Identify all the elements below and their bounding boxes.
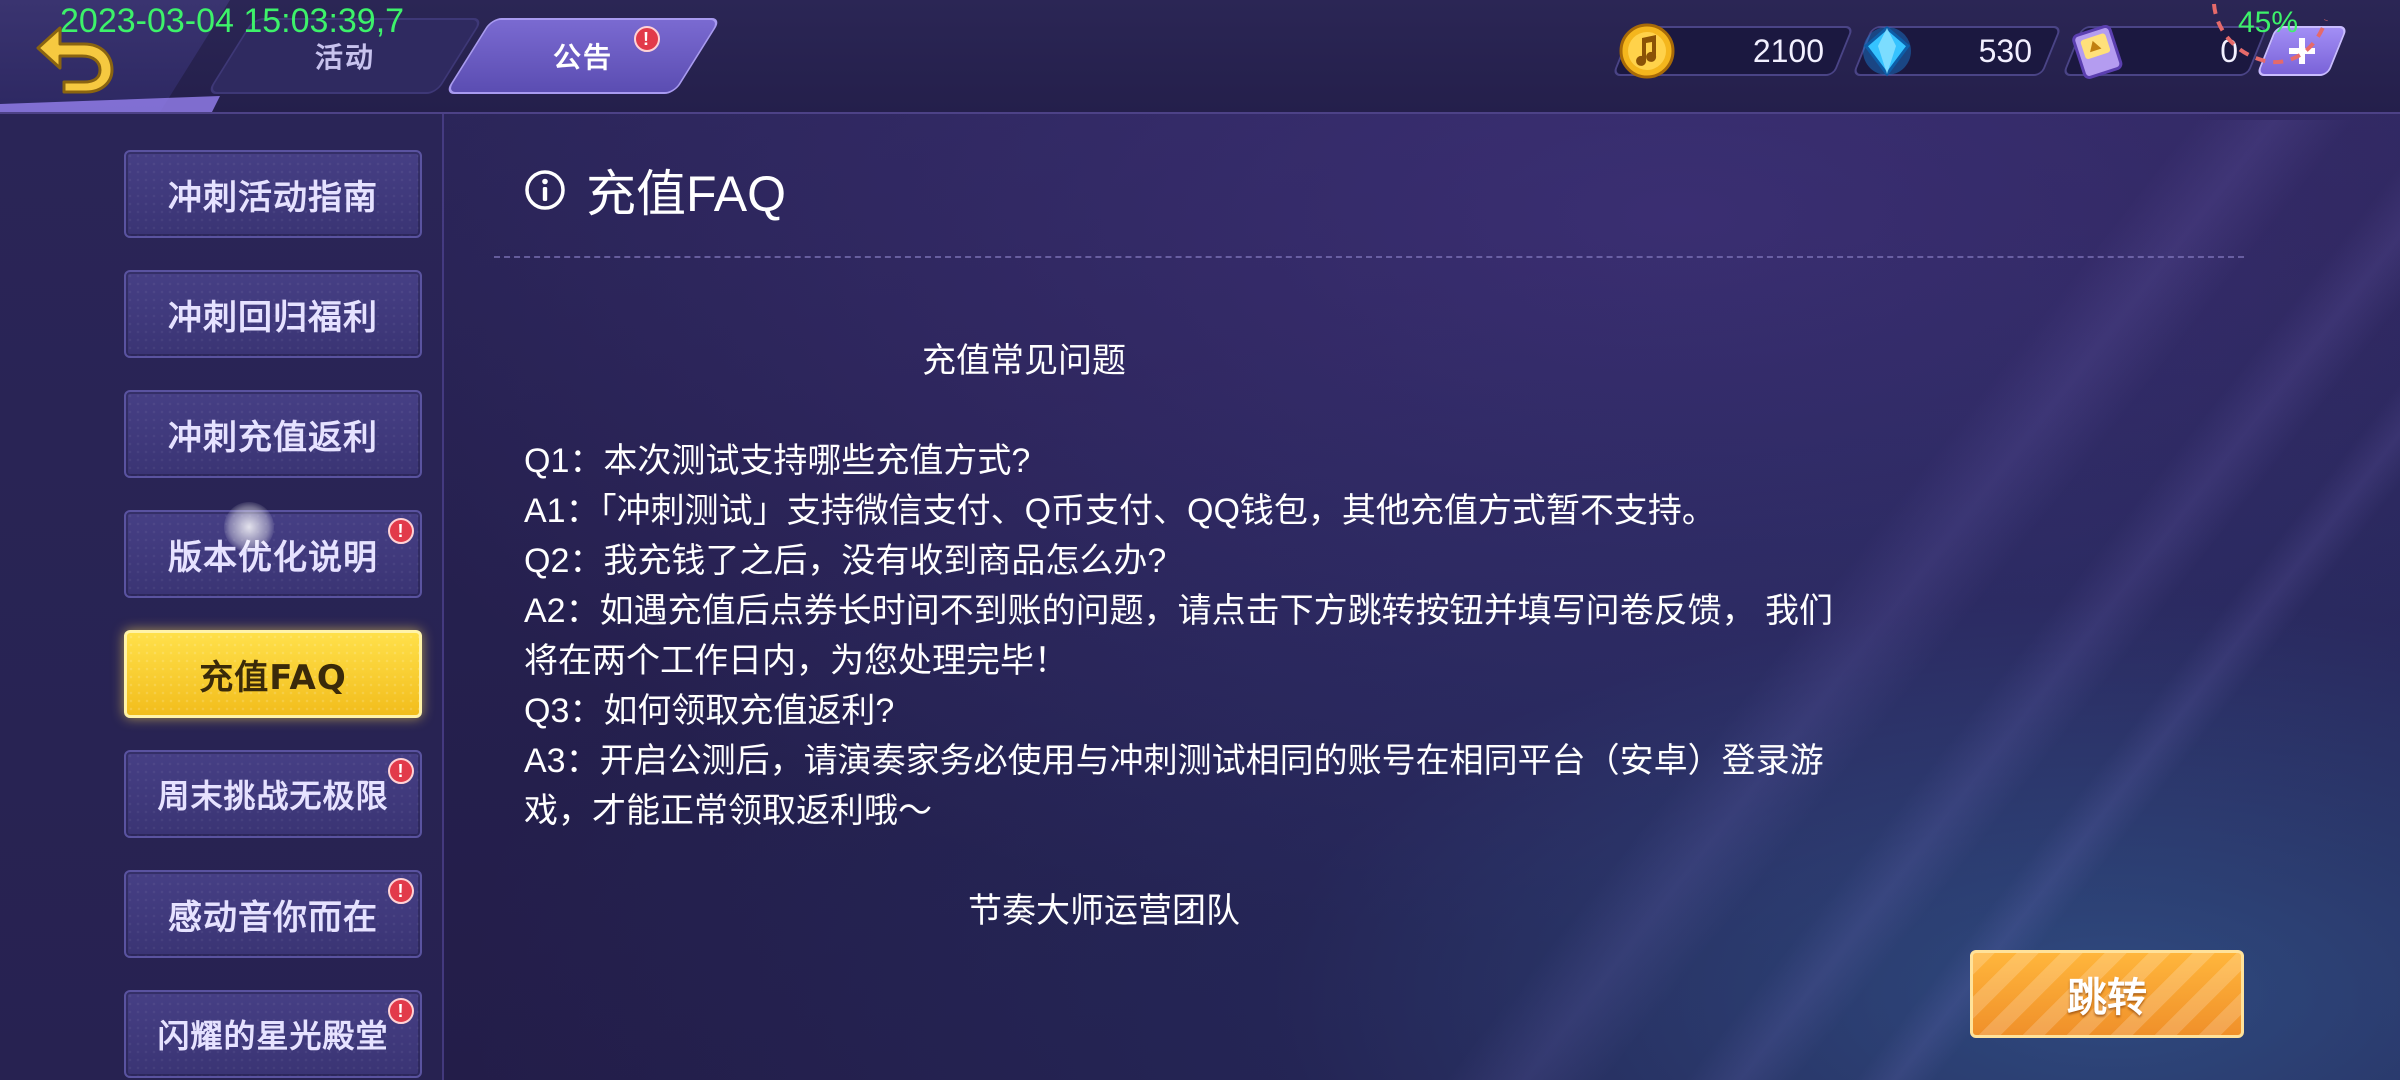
sidebar-item-label: 冲刺活动指南	[168, 177, 378, 218]
sidebar-item-label: 周末挑战无极限	[157, 777, 389, 815]
faq-line: A2：如遇充值后点券长时间不到账的问题，请点击下方跳转按钮并填写问卷反馈， 我们	[524, 592, 1834, 630]
alert-badge-icon: !	[388, 518, 414, 544]
header-divider	[494, 256, 2244, 258]
sidebar-item-label: 版本优化说明	[168, 537, 378, 578]
team-signature: 节奏大师运营团队	[968, 892, 1240, 930]
sidebar-item-weekend-challenge[interactable]: 周末挑战无极限 !	[124, 750, 422, 838]
faq-line: 将在两个工作日内，为您处理完毕！	[524, 642, 1068, 680]
alert-badge-icon: !	[388, 998, 414, 1024]
announcement-panel: 充值FAQ 充值常见问题 Q1：本次测试支持哪些充值方式? A1：「冲刺测试」支…	[444, 114, 2400, 1080]
alert-badge-icon: !	[388, 758, 414, 784]
sidebar-item-starlight-hall[interactable]: 闪耀的星光殿堂 !	[124, 990, 422, 1078]
jump-button-label: 跳转	[2067, 975, 2147, 1021]
gold-note-coin-icon	[1619, 23, 1675, 79]
sidebar-item-label: 冲刺回归福利	[168, 297, 378, 338]
sidebar-item-recharge-faq[interactable]: 充值FAQ	[124, 630, 422, 718]
touch-indicator	[224, 502, 274, 552]
tab-notice[interactable]: 公告 !	[444, 18, 722, 94]
sidebar-item-label: 冲刺充值返利	[168, 417, 378, 458]
page-title: 充值FAQ	[586, 166, 787, 222]
sidebar: 冲刺活动指南 冲刺回归福利 冲刺充值返利 版本优化说明 ! 充值FAQ 周末挑战…	[0, 114, 444, 1080]
faq-line: Q2：我充钱了之后，没有收到商品怎么办?	[524, 542, 1167, 580]
faq-line: 戏，才能正常领取返利哦～	[524, 792, 932, 830]
jump-button[interactable]: 跳转	[1970, 950, 2244, 1038]
tab-activity-label: 活动	[314, 41, 375, 74]
timestamp-overlay: 2023-03-04 15:03:39,7	[60, 2, 405, 40]
alert-badge-icon: !	[388, 878, 414, 904]
currency-gold-amount: 2100	[1752, 33, 1824, 69]
faq-line: A3：开启公测后，请演奏家务必使用与冲刺测试相同的账号在相同平台（安卓）登录游	[524, 742, 1824, 780]
sidebar-item-touched-by-music[interactable]: 感动音你而在 !	[124, 870, 422, 958]
battery-percent-overlay: 45%	[2238, 6, 2299, 39]
faq-line: Q1：本次测试支持哪些充值方式?	[524, 442, 1031, 480]
sidebar-item-return-benefits[interactable]: 冲刺回归福利	[124, 270, 422, 358]
sidebar-item-sprint-guide[interactable]: 冲刺活动指南	[124, 150, 422, 238]
ticket-card-icon	[2072, 24, 2123, 79]
currency-gold[interactable]: 2100	[1611, 23, 1855, 79]
blue-diamond-icon	[1863, 26, 1911, 77]
info-icon	[525, 170, 565, 210]
faq-line: Q3：如何领取充值返利?	[524, 692, 895, 730]
sidebar-item-label: 充值FAQ	[199, 657, 347, 698]
sidebar-item-label: 闪耀的星光殿堂	[157, 1017, 389, 1055]
faq-heading: 充值常见问题	[922, 342, 1126, 380]
faq-line: A1：「冲刺测试」支持微信支付、Q币支付、QQ钱包，其他充值方式暂不支持。	[524, 492, 1716, 530]
currency-diamond[interactable]: 530	[1851, 26, 2063, 77]
sidebar-item-recharge-rebate[interactable]: 冲刺充值返利	[124, 390, 422, 478]
game-screen: 活动 公告 ! 2100 530 0 2023-03-04 15:03:39,7…	[0, 0, 2400, 1080]
sidebar-item-label: 感动音你而在	[168, 897, 378, 938]
page-header: 充值FAQ	[524, 154, 786, 226]
tab-notice-label: 公告	[552, 41, 613, 74]
alert-badge-icon: !	[634, 26, 660, 52]
currency-diamond-amount: 530	[1978, 33, 2032, 69]
